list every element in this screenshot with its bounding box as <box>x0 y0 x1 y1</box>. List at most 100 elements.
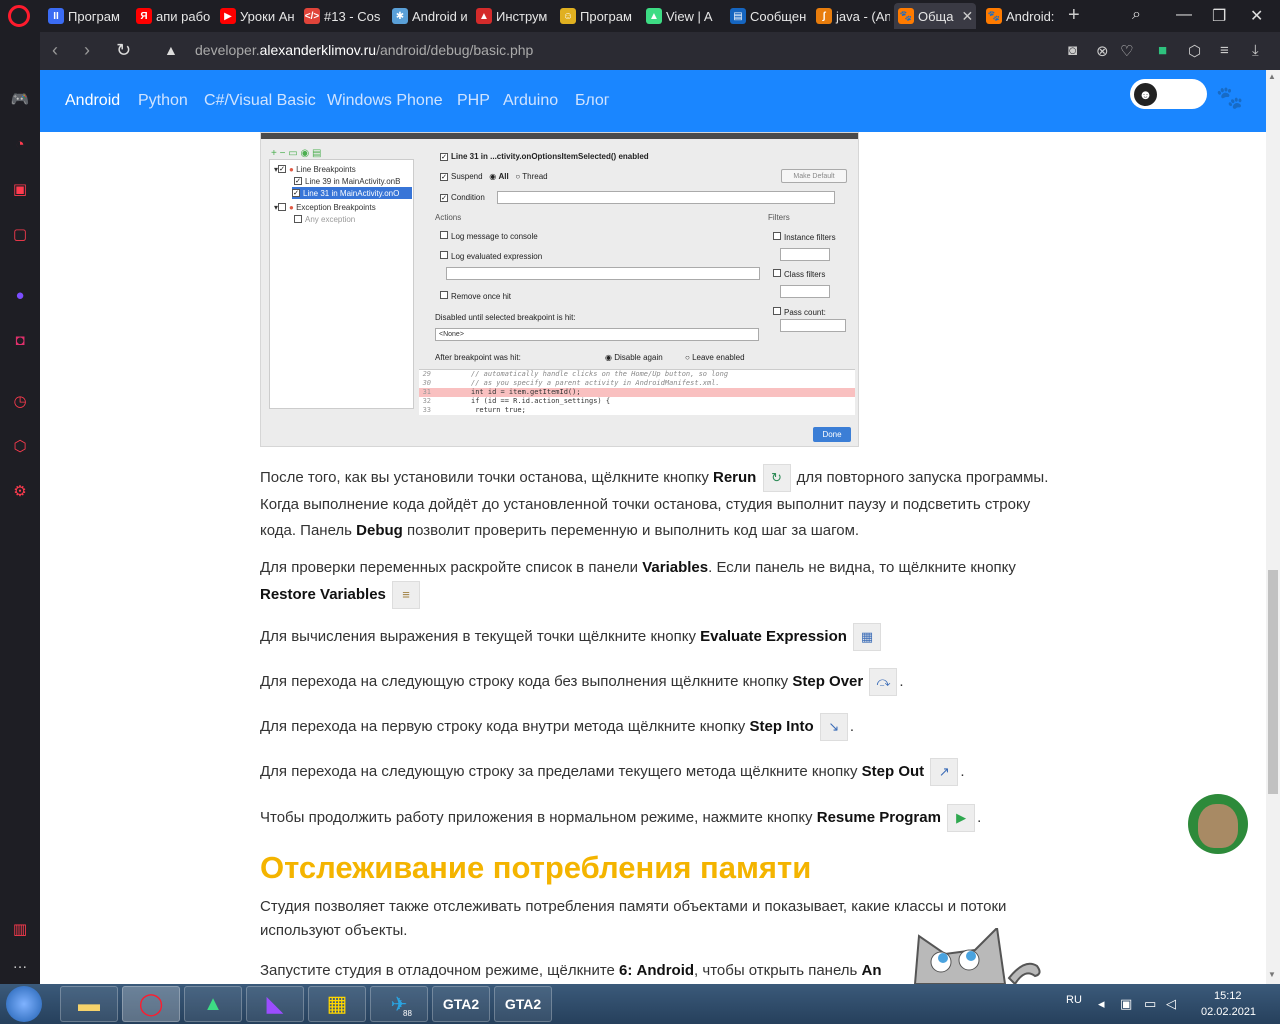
instagram-icon[interactable]: ◘ <box>9 329 31 351</box>
browser-tab[interactable]: 🐾Android: I <box>982 3 1054 29</box>
tab-label: Уроки Ан <box>240 8 295 24</box>
scroll-down-icon[interactable]: ▼ <box>1268 970 1276 979</box>
condition-label: ✓ Condition <box>440 193 485 202</box>
make-default-button: Make Default <box>781 169 847 183</box>
tab-favicon-icon: ▤ <box>730 8 746 24</box>
insecure-warning-icon[interactable]: ▲ <box>164 42 178 58</box>
resume-program-icon: ▶ <box>947 804 976 832</box>
taskbar-gta2-1[interactable]: GTA2 <box>432 986 490 1022</box>
minimize-icon[interactable]: — <box>1176 6 1192 24</box>
box-icon[interactable]: ⬡ <box>1188 42 1201 60</box>
browser-tab[interactable]: ▲ Инструм <box>472 3 552 29</box>
new-tab-icon[interactable]: + <box>1068 4 1080 27</box>
nav-blog[interactable]: Блог <box>575 92 610 110</box>
maximize-icon[interactable]: ❐ <box>1212 6 1226 26</box>
tab-label: #13 - Cos <box>324 8 381 24</box>
browser-tab[interactable]: ▲ View | A <box>642 3 722 29</box>
paw-icon[interactable]: 🐾 <box>1216 85 1243 111</box>
actions-label: Actions <box>435 213 462 222</box>
nav-android[interactable]: Android <box>65 92 120 110</box>
browser-tab[interactable]: ▤ Сообщен <box>726 3 808 29</box>
scroll-up-icon[interactable]: ▲ <box>1268 72 1276 81</box>
tab-favicon-icon: II <box>48 8 64 24</box>
rerun-icon: ↻ <box>762 464 791 492</box>
history-icon[interactable]: ◷ <box>9 390 31 412</box>
paragraph-step-into: Для перехода на первую строку кода внутр… <box>260 713 1050 741</box>
taskbar-opera[interactable]: ◯ <box>122 986 180 1022</box>
tab-favicon-icon: ▲ <box>646 8 662 24</box>
browser-tab[interactable]: ✱ Android и <box>388 3 468 29</box>
twitch-icon[interactable]: ▢ <box>9 223 31 245</box>
class-filters-input <box>780 285 830 298</box>
more-icon[interactable]: … <box>9 952 31 974</box>
taskbar-android-studio[interactable]: ▲ <box>184 986 242 1022</box>
search-tabs-icon[interactable]: ⌕ <box>1132 6 1141 24</box>
filters-label: Filters <box>768 213 790 222</box>
paragraph-rerun: После того, как вы установили точки оста… <box>260 464 1050 544</box>
opera-logo-icon[interactable] <box>8 5 30 27</box>
settings-gear-icon[interactable]: ⚙ <box>9 480 31 502</box>
easy-setup-icon[interactable]: ≡ <box>1220 42 1229 59</box>
nav-arduino[interactable]: Arduino <box>503 92 558 110</box>
network-icon[interactable]: ▭ <box>1144 996 1156 1012</box>
browser-tab[interactable]: Яапи рабо <box>132 3 212 29</box>
battery-saver-icon[interactable]: ▥ <box>9 918 31 940</box>
theme-toggle[interactable]: ☻ <box>1130 79 1207 109</box>
suspend-row: ✓ Suspend ◉ All ○ Thread <box>440 172 548 181</box>
site-navbar: Android Python C#/Visual Basic Windows P… <box>40 70 1266 132</box>
section-heading-memory: Отслеживание потребления памяти <box>260 850 812 885</box>
heart-icon[interactable]: ♡ <box>1120 42 1133 60</box>
nav-python[interactable]: Python <box>138 92 188 110</box>
volume-icon[interactable]: ◁ <box>1166 996 1176 1012</box>
tray-app-icon[interactable]: ▣ <box>1120 996 1132 1012</box>
tree-any-exception: Any exception <box>294 213 355 225</box>
disabled-until-select: <None> <box>435 328 759 341</box>
browser-tab[interactable]: ☺ Програм <box>556 3 638 29</box>
browser-tab[interactable]: ʃ java - (An <box>812 3 890 29</box>
messenger-icon[interactable]: ● <box>9 284 31 306</box>
taskbar-telegram[interactable]: ✈ 88 <box>370 986 428 1022</box>
close-window-icon[interactable]: ✕ <box>1250 6 1263 26</box>
language-indicator[interactable]: RU <box>1066 994 1082 1006</box>
vpn-extension-icon[interactable]: ■ <box>1158 42 1167 59</box>
browser-tab[interactable]: 🐾 Обща ✕ <box>894 3 976 29</box>
restore-variables-icon: ≡ <box>392 581 421 609</box>
clock-date[interactable]: 02.02.2021 <box>1201 1006 1256 1018</box>
browser-tab[interactable]: ▶ Уроки Ан <box>216 3 296 29</box>
page-scrollbar[interactable]: ▲ ▼ <box>1266 70 1280 984</box>
browser-tab[interactable]: </> #13 - Cos <box>300 3 384 29</box>
adblock-icon[interactable]: ⊗ <box>1096 42 1109 60</box>
scrollbar-thumb[interactable] <box>1268 570 1278 794</box>
nav-php[interactable]: PHP <box>457 92 490 110</box>
taskbar-explorer[interactable]: ▬ <box>60 986 118 1022</box>
gamepad-icon[interactable]: 🎮 <box>9 88 31 110</box>
clock-time[interactable]: 15:12 <box>1214 990 1242 1002</box>
browser-tab[interactable]: II Програм <box>44 3 128 29</box>
forward-icon[interactable]: › <box>84 40 90 61</box>
disable-again-radio: ◉ Disable again <box>605 353 663 362</box>
speed-dial-icon[interactable]: ◔ <box>9 133 31 155</box>
briefcase-icon[interactable]: ▣ <box>9 178 31 200</box>
taskbar-gta2-2[interactable]: GTA2 <box>494 986 552 1022</box>
tree-bp1: ✓ Line 39 in MainActivity.onB <box>294 176 401 186</box>
taskbar-visual-studio[interactable]: ◣ <box>246 986 304 1022</box>
class-filters-row: Class filters <box>773 269 825 279</box>
download-icon[interactable]: ⤓ <box>1252 42 1259 59</box>
start-button[interactable] <box>6 986 42 1022</box>
taskbar-game[interactable]: ▦ <box>308 986 366 1022</box>
cat-toggle-icon: ☻ <box>1132 81 1159 108</box>
reload-icon[interactable]: ↻ <box>116 40 131 61</box>
back-icon[interactable]: ‹ <box>52 40 58 61</box>
nav-windows-phone[interactable]: Windows Phone <box>327 92 443 110</box>
camera-icon[interactable]: ◙ <box>1068 42 1077 59</box>
tray-expand-icon[interactable]: ◂ <box>1098 996 1105 1012</box>
cat-avatar-button[interactable] <box>1188 794 1248 854</box>
nav-csharp-vb[interactable]: C#/Visual Basic <box>204 92 316 110</box>
code-line: 30// as you specify a parent activity in… <box>422 379 720 387</box>
log-message-row: Log message to console <box>440 231 538 241</box>
tab-label: Програм <box>68 8 120 24</box>
cube-icon[interactable]: ⬡ <box>9 435 31 457</box>
tab-close-icon[interactable]: ✕ <box>961 8 973 25</box>
windows-taskbar: ▬ ◯ ▲ ◣ ▦ ✈ 88 GTA2 GTA2 RU ◂ ▣ ▭ ◁ 15:12… <box>0 984 1280 1024</box>
url-field[interactable]: developer.alexanderklimov.ru/android/deb… <box>195 42 533 58</box>
